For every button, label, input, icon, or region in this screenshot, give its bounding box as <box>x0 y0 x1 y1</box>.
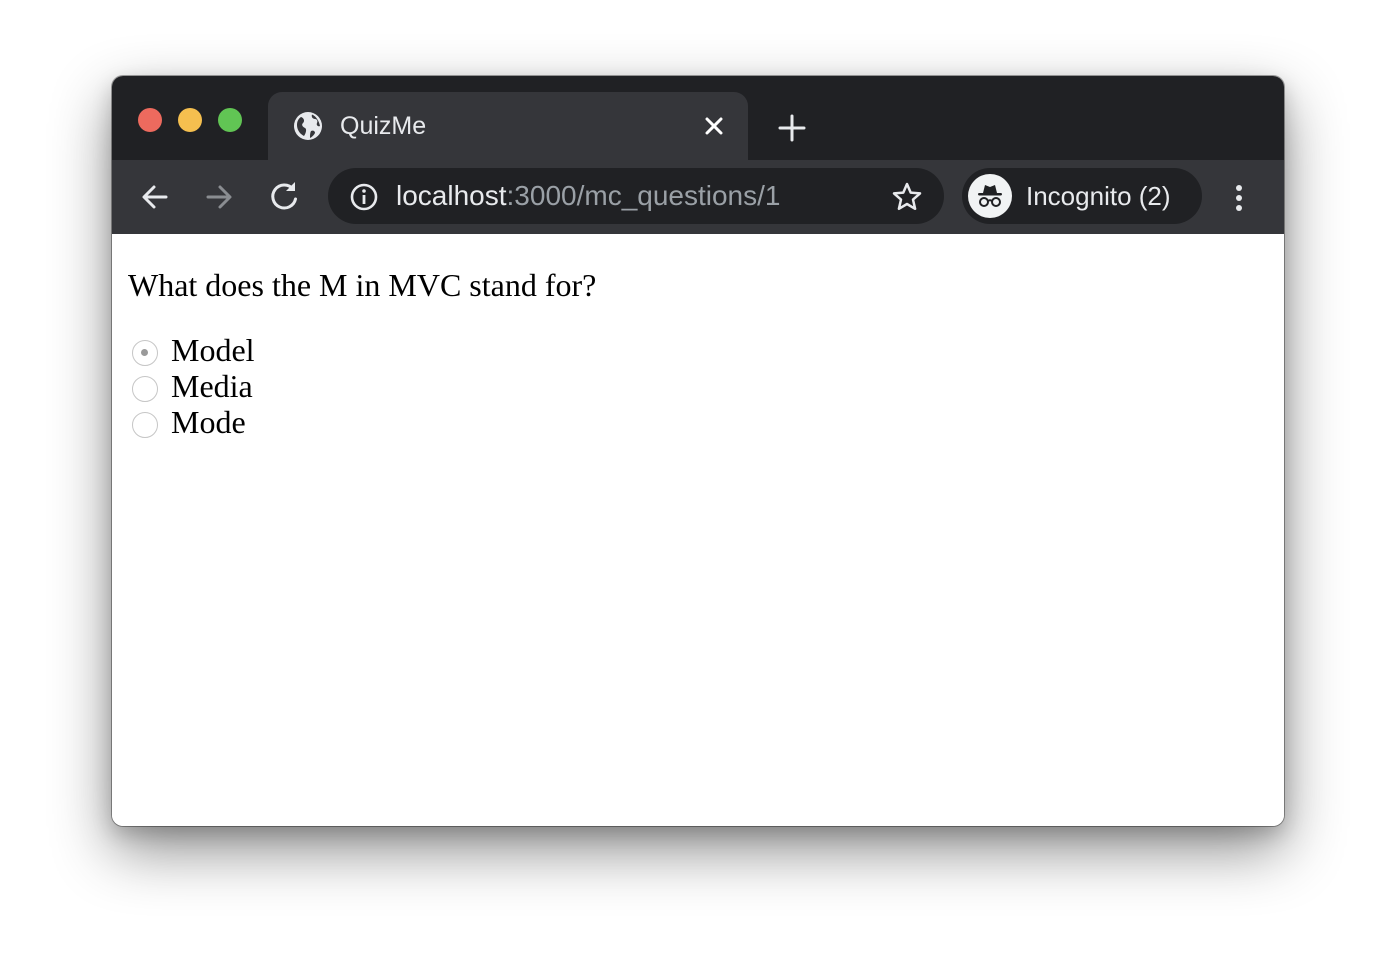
close-window-button[interactable] <box>138 108 162 132</box>
close-icon[interactable] <box>700 112 728 140</box>
plus-icon[interactable] <box>774 110 810 146</box>
radio-selected-dot <box>141 349 148 356</box>
incognito-profile-button[interactable]: Incognito (2) <box>962 168 1202 224</box>
arrow-left-icon[interactable] <box>136 178 174 216</box>
toolbar: localhost:3000/mc_questions/1 Incognito … <box>112 160 1284 234</box>
page-content: What does the M in MVC stand for? Model … <box>112 234 1284 826</box>
url-text: localhost:3000/mc_questions/1 <box>396 179 780 213</box>
radio-button[interactable] <box>132 376 158 402</box>
reload-icon[interactable] <box>265 178 303 216</box>
answer-label: Model <box>171 332 255 368</box>
radio-button[interactable] <box>132 412 158 438</box>
maximize-window-button[interactable] <box>218 108 242 132</box>
tab-quizme[interactable]: QuizMe <box>268 92 748 160</box>
radio-button[interactable] <box>132 340 158 366</box>
url-path: :3000/mc_questions/1 <box>506 180 781 211</box>
title-bar: QuizMe <box>112 76 1284 160</box>
browser-window: QuizMe localhost:3000/mc_questions/1 Inc… <box>112 76 1284 826</box>
profile-label: Incognito (2) <box>1026 181 1171 211</box>
globe-icon <box>294 112 322 140</box>
answer-label: Media <box>171 368 253 404</box>
url-host: localhost <box>396 180 507 211</box>
answer-option[interactable]: Model <box>130 332 430 368</box>
minimize-window-button[interactable] <box>178 108 202 132</box>
answer-option[interactable]: Media <box>130 368 430 404</box>
address-bar[interactable]: localhost:3000/mc_questions/1 <box>328 168 944 224</box>
answer-option[interactable]: Mode <box>130 404 430 440</box>
star-icon[interactable] <box>890 180 924 214</box>
answer-label: Mode <box>171 404 246 440</box>
info-icon[interactable] <box>348 181 380 213</box>
question-text: What does the M in MVC stand for? <box>128 267 597 303</box>
arrow-right-icon[interactable] <box>200 178 238 216</box>
tab-title: QuizMe <box>340 112 427 140</box>
avatar <box>968 174 1012 218</box>
incognito-icon <box>978 185 1002 207</box>
more-vertical-icon[interactable] <box>1224 182 1254 214</box>
